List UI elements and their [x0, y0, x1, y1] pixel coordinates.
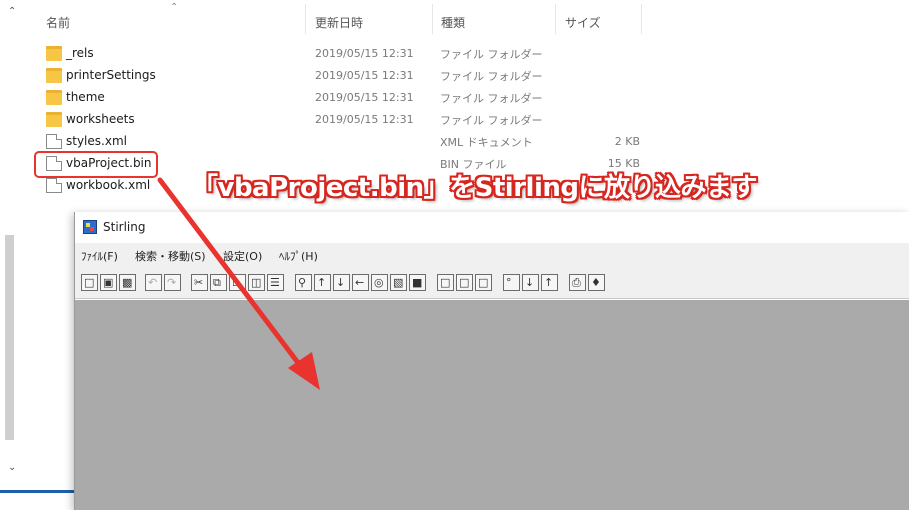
book-icon[interactable]: ♦ [588, 274, 605, 291]
sort-ascending-icon: ⌃ [170, 2, 179, 13]
toolbar: □ ▣ ▩ ↶ ↷ ✂ ⧉ ▫ ◫ ☰ ⚲ ↑ ↓ ← ◎ ▧ ■ □ □ □ … [75, 265, 909, 299]
scrollbar-thumb[interactable] [5, 235, 14, 440]
menu-file[interactable]: ﾌｧｲﾙ(F) [81, 248, 118, 264]
folder-icon [46, 46, 62, 61]
cut-icon[interactable]: ✂ [191, 274, 208, 291]
editor-area[interactable] [75, 300, 909, 510]
column-divider[interactable] [555, 4, 556, 34]
file-row[interactable]: theme 2019/05/15 12:31 ファイル フォルダー [40, 87, 680, 109]
highlight-box [34, 151, 158, 178]
find-icon[interactable]: ⚲ [295, 274, 312, 291]
folder-icon [46, 68, 62, 83]
file-type: ファイル フォルダー [440, 114, 543, 127]
navigation-pane-strip: ⌃ ⌄ [0, 0, 30, 510]
column-divider[interactable] [432, 4, 433, 34]
menu-search-move[interactable]: 検索・移動(S) [135, 248, 206, 264]
insert-icon[interactable]: □ [437, 274, 454, 291]
find-next-icon[interactable]: ↓ [333, 274, 350, 291]
file-row[interactable]: _rels 2019/05/15 12:31 ファイル フォルダー [40, 43, 680, 65]
find-prev-icon[interactable]: ↑ [314, 274, 331, 291]
bit-down-icon[interactable]: ↓ [522, 274, 539, 291]
folder-icon [46, 90, 62, 105]
file-name: worksheets [66, 112, 135, 126]
file-type: XML ドキュメント [440, 136, 533, 149]
menu-settings[interactable]: 設定(O) [223, 248, 262, 264]
paste-icon[interactable]: ▫ [229, 274, 246, 291]
undo-icon[interactable]: ↶ [145, 274, 162, 291]
menu-bar: ﾌｧｲﾙ(F) 検索・移動(S) 設定(O) ﾍﾙﾌﾟ(H) [75, 243, 909, 265]
copy-icon[interactable]: ⧉ [210, 274, 227, 291]
file-date: 2019/05/15 12:31 [315, 69, 414, 82]
file-type: ファイル フォルダー [440, 92, 543, 105]
taskbar-accent [0, 490, 85, 493]
column-divider[interactable] [641, 4, 642, 34]
file-name: theme [66, 90, 105, 104]
open-folder-icon[interactable]: ▣ [100, 274, 117, 291]
title-bar[interactable]: Stirling [75, 212, 909, 242]
annotation-text: 「vbaProject.bin」をStirlingに放り込みます [192, 173, 757, 203]
insert-after-icon[interactable]: □ [456, 274, 473, 291]
file-name: printerSettings [66, 68, 156, 82]
bit-up-icon[interactable]: ↑ [541, 274, 558, 291]
bit-icon[interactable]: ° [503, 274, 520, 291]
paste-special-icon[interactable]: ◫ [248, 274, 265, 291]
column-header-type[interactable]: 種類 [441, 14, 465, 31]
new-file-icon[interactable]: □ [81, 274, 98, 291]
file-type: ファイル フォルダー [440, 70, 543, 83]
file-type: ファイル フォルダー [440, 48, 543, 61]
file-row[interactable]: printerSettings 2019/05/15 12:31 ファイル フォ… [40, 65, 680, 87]
insert-end-icon[interactable]: □ [475, 274, 492, 291]
column-header-date[interactable]: 更新日時 [315, 14, 363, 31]
scroll-up-icon[interactable]: ⌃ [8, 6, 16, 17]
file-date: 2019/05/15 12:31 [315, 91, 414, 104]
stirling-window[interactable]: Stirling ﾌｧｲﾙ(F) 検索・移動(S) 設定(O) ﾍﾙﾌﾟ(H) … [74, 212, 909, 510]
compare-icon[interactable]: ▧ [390, 274, 407, 291]
print-icon[interactable]: ⎙ [569, 274, 586, 291]
find-back-icon[interactable]: ← [352, 274, 369, 291]
file-date: 2019/05/15 12:31 [315, 47, 414, 60]
file-date: 2019/05/15 12:31 [315, 113, 414, 126]
file-row[interactable]: worksheets 2019/05/15 12:31 ファイル フォルダー [40, 109, 680, 131]
file-icon [46, 178, 62, 193]
window-title: Stirling [103, 220, 146, 234]
list-icon[interactable]: ☰ [267, 274, 284, 291]
file-icon [46, 134, 62, 149]
file-name: workbook.xml [66, 178, 151, 192]
redo-icon[interactable]: ↷ [164, 274, 181, 291]
folder-icon [46, 112, 62, 127]
scroll-down-icon[interactable]: ⌄ [8, 462, 16, 473]
window-icon[interactable]: ■ [409, 274, 426, 291]
column-header-name[interactable]: 名前 [46, 14, 70, 31]
file-size: 2 KB [614, 135, 640, 148]
save-icon[interactable]: ▩ [119, 274, 136, 291]
file-row[interactable]: styles.xml XML ドキュメント 2 KB [40, 131, 680, 153]
find-all-icon[interactable]: ◎ [371, 274, 388, 291]
file-name: _rels [66, 46, 94, 60]
stirling-app-icon [83, 220, 97, 234]
menu-help[interactable]: ﾍﾙﾌﾟ(H) [279, 248, 318, 264]
column-divider[interactable] [305, 4, 306, 34]
file-name: styles.xml [66, 134, 127, 148]
column-header-size[interactable]: サイズ [565, 14, 601, 31]
